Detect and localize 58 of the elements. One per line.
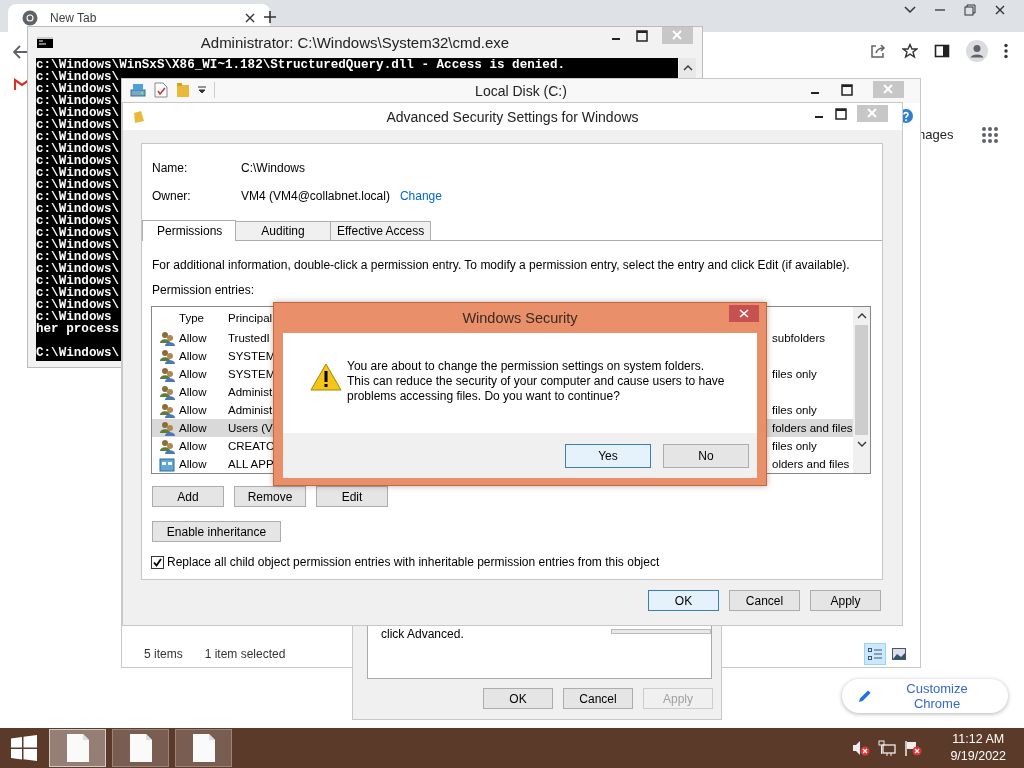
table-cell: Administ xyxy=(228,404,273,416)
table-cell: ALL APP xyxy=(228,458,274,470)
table-cell: TrustedI xyxy=(228,332,270,344)
table-cell: Allow xyxy=(179,422,207,434)
table-cell: folders and files xyxy=(772,422,853,434)
console-line: c:\Windows\ xyxy=(36,215,120,227)
table-cell: CREATO xyxy=(228,440,275,452)
console-line: c:\Windows\ xyxy=(36,83,120,95)
window-title: Administrator: C:\Windows\System32\cmd.exe xyxy=(200,33,510,51)
table-cell: Allow xyxy=(179,458,207,470)
instruction-text: click Advanced. xyxy=(381,627,464,641)
table-cell: Administ xyxy=(228,386,273,398)
console-line: c:\Windows\ xyxy=(36,251,120,263)
console-line: her process xyxy=(36,323,120,335)
table-cell: Allow xyxy=(179,386,207,398)
dialog-message: You are about to change the permission settings on system folders. This can reduce the security of your computer and cause users to have problems accessing files. Do you want to continue? xyxy=(347,359,725,404)
info-text: For additional information, double-click a permission entry. To modify a permission entry, select the entry and click Edit (if available). xyxy=(152,258,851,273)
field-value: VM4 (VM4@collabnet.local) xyxy=(241,188,390,203)
console-line: c:\Windows\ xyxy=(36,287,120,299)
console-line: c:\Windows\ xyxy=(36,299,120,311)
selection-count: 1 item selected xyxy=(204,647,286,661)
console-line: c:\Windows\ xyxy=(36,179,120,191)
field-label: Name: xyxy=(152,160,189,175)
field-label: Owner: xyxy=(152,188,192,203)
console-line: c:\Windows\ xyxy=(36,263,120,275)
console-line: c:\Windows\ xyxy=(36,203,120,215)
table-cell: files only xyxy=(772,368,817,380)
table-cell: Allow xyxy=(179,332,207,344)
console-line: c:\Windows\ xyxy=(36,227,120,239)
console-line: c:\Windows xyxy=(36,311,112,323)
window-title: Local Disk (C:) xyxy=(475,83,567,99)
table-cell: Allow xyxy=(179,440,207,452)
console-line: c:\Windows\ xyxy=(36,119,120,131)
list-label: Permission entries: xyxy=(152,283,256,298)
console-line: c:\Windows\ xyxy=(36,239,120,251)
console-line: c:\Windows\ xyxy=(36,155,120,167)
table-cell: Allow xyxy=(179,404,207,416)
console-line: c:\Windows\ xyxy=(36,131,120,143)
console-line: c:\Windows\ xyxy=(36,143,120,155)
console-line: c:\Windows\ xyxy=(36,95,120,107)
table-cell: Allow xyxy=(179,368,207,380)
dialog-title: Windows Security xyxy=(462,310,578,326)
console-line: c:\Windows\ xyxy=(36,191,120,203)
field-value: C:\Windows xyxy=(241,160,305,175)
item-count: 5 items xyxy=(144,647,183,661)
table-cell: files only xyxy=(772,404,817,416)
table-cell: subfolders xyxy=(772,332,826,344)
table-cell: files only xyxy=(772,440,817,452)
table-cell: Allow xyxy=(179,350,207,362)
console-line: c:\Windows\ xyxy=(36,275,120,287)
window-title: Advanced Security Settings for Windows xyxy=(386,108,639,125)
console-line: C:\Windows\ xyxy=(36,347,120,359)
table-cell: Users (V xyxy=(228,422,273,434)
console-line: c:\Windows\ xyxy=(36,71,120,83)
console-line: c:\Windows\ xyxy=(36,167,120,179)
table-cell: olders and files xyxy=(772,458,850,470)
console-line: c:\Windows\ xyxy=(36,107,120,119)
console-line: c:\Windows\WinSxS\X86_WI~1.182\StructuredQuery.dll - Access is denied. xyxy=(36,59,566,71)
